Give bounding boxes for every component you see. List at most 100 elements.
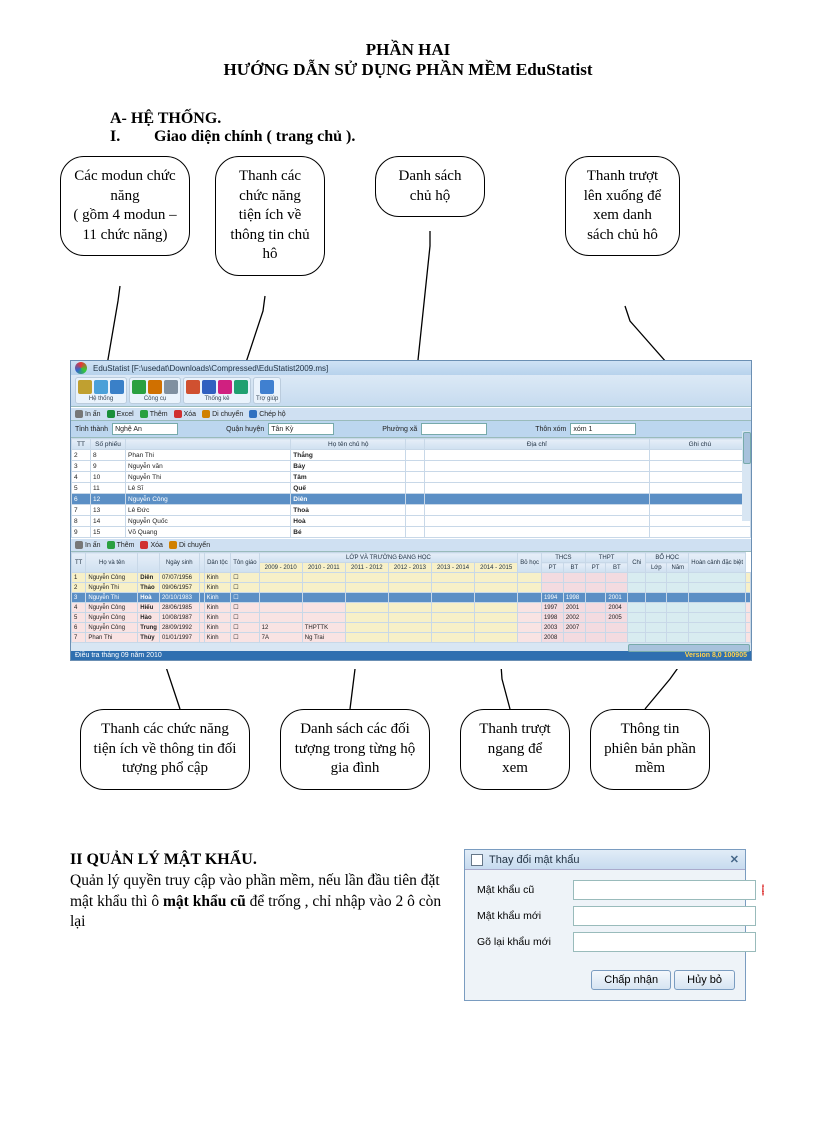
repeat-password-input[interactable]: [573, 932, 756, 952]
repeat-password-label: Gõ lại khẩu mới: [477, 936, 567, 948]
title-sub: HƯỚNG DẪN SỬ DỤNG PHẦN MỀM EduStatist: [70, 60, 746, 80]
table-row[interactable]: 1Nguyễn CôngDiên07/07/1956Kinh☐: [72, 573, 751, 583]
ribbon-group-label: Trợ giúp: [254, 396, 280, 403]
excel-icon: [107, 410, 115, 418]
member-grid[interactable]: TTHọ và tênNgày sinhDân tộcTôn giáoLỚP V…: [71, 552, 751, 643]
add-icon: [140, 410, 148, 418]
key-icon[interactable]: [78, 380, 92, 394]
callout-bubble: Danh sách chủ hộ: [375, 156, 485, 217]
version-label: Version 8,0 100905: [685, 652, 747, 659]
app-titlebar: EduStatist [F:\usedat\Downloads\Compress…: [71, 361, 751, 375]
section-ii-heading: II QUẢN LÝ MẬT KHẨU.: [70, 849, 446, 871]
callout-bubble: Thanh các chức năng tiện ích về thông ti…: [215, 156, 325, 276]
pie2-icon[interactable]: [202, 380, 216, 394]
add-button[interactable]: Thêm: [140, 410, 168, 418]
table-row[interactable]: 6Nguyễn CôngTrung28/09/1992Kinh☐12THPTTK…: [72, 623, 751, 633]
vertical-scrollbar[interactable]: [742, 431, 750, 521]
table-row[interactable]: 4Nguyễn CôngHiếu28/06/1985Kinh☐199720012…: [72, 603, 751, 613]
household-grid[interactable]: TTSố phiếuHọ tên chủ hộĐịa chỉGhi chú28P…: [71, 438, 751, 538]
print-button[interactable]: In ấn: [75, 541, 101, 549]
household-toolbar: In ấn Excel Thêm Xóa Di chuyển Chép hộ: [71, 407, 751, 421]
add-icon: [107, 541, 115, 549]
del-button[interactable]: Xóa: [140, 541, 162, 549]
ribbon-group: Công cụ: [129, 377, 181, 404]
callout-bubble: Thanh các chức năng tiện ích về thông ti…: [80, 709, 250, 790]
excel-button[interactable]: Excel: [107, 410, 134, 418]
callout-bubble: Các modun chức năng ( gồm 4 modun – 11 c…: [60, 156, 190, 256]
ribbon-group: Thống kê: [183, 377, 251, 404]
accept-button[interactable]: Chấp nhận: [591, 970, 671, 990]
del-button[interactable]: Xóa: [174, 410, 196, 418]
help-icon[interactable]: [260, 380, 274, 394]
del-icon: [174, 410, 182, 418]
new-password-input[interactable]: [573, 906, 756, 926]
callout-bubble: Thanh trượt ngang để xem: [460, 709, 570, 790]
table-row[interactable]: 7Phan ThiThùy01/01/1997Kinh☐7ANg Trai200…: [72, 633, 751, 643]
del-icon: [140, 541, 148, 549]
table-row[interactable]: 511Lê SĩQuế: [72, 483, 751, 494]
ribbon-group: Hệ thống: [75, 377, 127, 404]
callout-bubble: Danh sách các đối tượng trong từng hộ gi…: [280, 709, 430, 790]
member-toolbar: In ấn Thêm Xóa Di chuyển: [71, 538, 751, 552]
ribbon: Hệ thống Công cụ Thống kê Trợ giúp: [71, 375, 751, 407]
ribbon-group-label: Hệ thống: [87, 396, 115, 403]
db-icon[interactable]: [110, 380, 124, 394]
status-bar: Điều tra tháng 09 năm 2010 Version 8,0 1…: [71, 651, 751, 660]
split-icon: [249, 410, 257, 418]
new-password-label: Mật khẩu mới: [477, 910, 567, 922]
wrench-icon[interactable]: [164, 380, 178, 394]
search-icon[interactable]: [148, 380, 162, 394]
table-row[interactable]: 28Phan ThiThắng: [72, 450, 751, 461]
check-icon[interactable]: [132, 380, 146, 394]
filter-bar: Tỉnh thành Nghệ An Quận huyện Tân Kỳ Phư…: [71, 421, 751, 438]
users-icon[interactable]: [94, 380, 108, 394]
section-i-heading: I. Giao diện chính ( trang chủ ).: [110, 128, 746, 146]
callout-bubble: Thông tin phiên bản phần mềm: [590, 709, 710, 790]
move-icon: [202, 410, 210, 418]
dialog-icon: [471, 854, 483, 866]
close-icon[interactable]: ✕: [730, 853, 739, 866]
table-row[interactable]: 612Nguyễn CôngDiên: [72, 494, 751, 505]
app-window: EduStatist [F:\usedat\Downloads\Compress…: [70, 360, 752, 661]
table-row[interactable]: 915Võ QuangBé: [72, 527, 751, 538]
ribbon-group: Trợ giúp: [253, 377, 281, 404]
move-button[interactable]: Di chuyển: [169, 541, 210, 549]
horizontal-scrollbar[interactable]: [628, 644, 750, 652]
province-combo[interactable]: Nghệ An: [112, 423, 178, 435]
pie3-icon[interactable]: [218, 380, 232, 394]
title-main: PHẦN HAI: [70, 40, 746, 60]
pie-icon[interactable]: [186, 380, 200, 394]
split-button[interactable]: Chép hộ: [249, 410, 285, 418]
bottom-callouts: Thanh các chức năng tiện ích về thông ti…: [70, 669, 746, 839]
app-logo-icon: [75, 362, 87, 374]
ward-combo[interactable]: [421, 423, 487, 435]
pie4-icon[interactable]: [234, 380, 248, 394]
old-password-label: Mật khẩu cũ: [477, 884, 567, 896]
print-icon: [75, 541, 83, 549]
print-icon: [75, 410, 83, 418]
section-ii: II QUẢN LÝ MẬT KHẨU. Quản lý quyền truy …: [70, 849, 746, 1001]
move-icon: [169, 541, 177, 549]
table-row[interactable]: 410Nguyễn ThiTâm: [72, 472, 751, 483]
table-row[interactable]: 2Nguyễn ThiThảo09/06/1957Kinh☐: [72, 583, 751, 593]
old-password-input[interactable]: [573, 880, 756, 900]
table-row[interactable]: 3Nguyễn ThiHoà20/10/1983Kinh☐19941998200…: [72, 593, 751, 603]
print-button[interactable]: In ấn: [75, 410, 101, 418]
callout-bubble: Thanh trượt lên xuống để xem danh sách c…: [565, 156, 680, 256]
hamlet-combo[interactable]: xóm 1: [570, 423, 636, 435]
table-row[interactable]: 5Nguyễn CôngHào10/08/1987Kinh☐1998200220…: [72, 613, 751, 623]
move-button[interactable]: Di chuyển: [202, 410, 243, 418]
table-row[interactable]: 713Lê ĐứcThoả: [72, 505, 751, 516]
section-a-heading: A- HỆ THỐNG.: [110, 110, 746, 128]
ribbon-group-label: Công cụ: [142, 396, 168, 403]
dialog-title: Thay đổi mật khẩu: [489, 854, 580, 866]
table-row[interactable]: 814Nguyễn QuốcHoà: [72, 516, 751, 527]
top-callouts: Các modun chức năng ( gồm 4 modun – 11 c…: [70, 146, 746, 356]
error-icon: !: [762, 884, 764, 896]
district-combo[interactable]: Tân Kỳ: [268, 423, 334, 435]
password-dialog: Thay đổi mật khẩu ✕ Mật khẩu cũ ! Mật kh…: [464, 849, 746, 1001]
table-row[interactable]: 39Nguyễn vănBảy: [72, 461, 751, 472]
add-button[interactable]: Thêm: [107, 541, 135, 549]
cancel-button[interactable]: Hủy bỏ: [674, 970, 735, 990]
ribbon-group-label: Thống kê: [202, 396, 231, 403]
